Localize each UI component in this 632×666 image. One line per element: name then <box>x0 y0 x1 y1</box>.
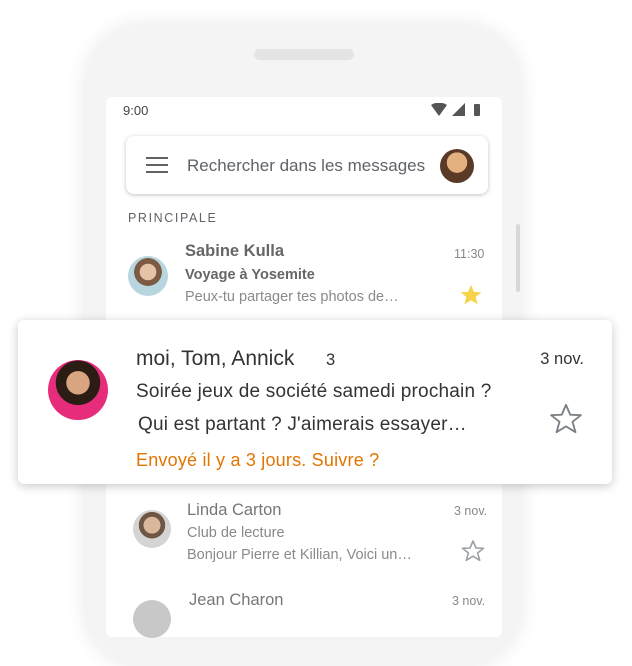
section-label: PRINCIPALE <box>128 211 218 225</box>
email-row[interactable]: Linda Carton Club de lecture Bonjour Pie… <box>106 496 502 576</box>
email-sender: Linda Carton <box>187 501 282 519</box>
account-avatar[interactable] <box>440 149 474 183</box>
signal-icon <box>452 103 465 116</box>
avatar <box>128 256 168 296</box>
wifi-icon <box>431 103 447 116</box>
email-snippet: Bonjour Pierre et Killian, Voici un… <box>187 547 412 563</box>
search-bar[interactable]: Rechercher dans les messages <box>126 136 488 194</box>
followup-nudge[interactable]: Envoyé il y a 3 jours. Suivre ? <box>136 450 379 471</box>
status-time: 9:00 <box>123 103 149 118</box>
email-sender: Jean Charon <box>189 591 284 609</box>
status-icons <box>431 103 480 116</box>
thread-count: 3 <box>326 351 336 369</box>
highlighted-email-card[interactable]: moi, Tom, Annick 3 3 nov. Soirée jeux de… <box>18 320 612 484</box>
avatar <box>133 510 171 548</box>
email-snippet: Peux-tu partager tes photos de… <box>185 289 399 305</box>
battery-icon <box>474 104 480 116</box>
avatar <box>133 600 171 638</box>
star-icon[interactable] <box>461 539 485 563</box>
star-icon[interactable] <box>459 283 483 307</box>
email-subject: Voyage à Yosemite <box>185 267 315 283</box>
email-sender: Sabine Kulla <box>185 242 285 260</box>
email-subject: Soirée jeux de société samedi prochain ? <box>136 381 492 402</box>
email-time: 3 nov. <box>454 504 488 518</box>
email-subject: Club de lecture <box>187 525 285 541</box>
email-time: 3 nov. <box>452 594 486 608</box>
scrollbar[interactable] <box>516 224 520 292</box>
email-snippet: Qui est partant ? J'aimerais essayer… <box>138 414 467 435</box>
email-row[interactable]: Sabine Kulla Voyage à Yosemite Peux-tu p… <box>106 236 502 316</box>
email-date: 3 nov. <box>540 350 584 368</box>
email-time: 11:30 <box>454 247 485 261</box>
hamburger-menu-icon[interactable] <box>146 157 168 173</box>
phone-speaker <box>254 49 354 60</box>
star-icon[interactable] <box>549 402 583 436</box>
search-input[interactable]: Rechercher dans les messages <box>187 156 425 176</box>
avatar <box>48 360 108 420</box>
email-row[interactable]: Jean Charon 3 nov. <box>106 586 502 638</box>
email-senders: moi, Tom, Annick <box>136 347 295 370</box>
